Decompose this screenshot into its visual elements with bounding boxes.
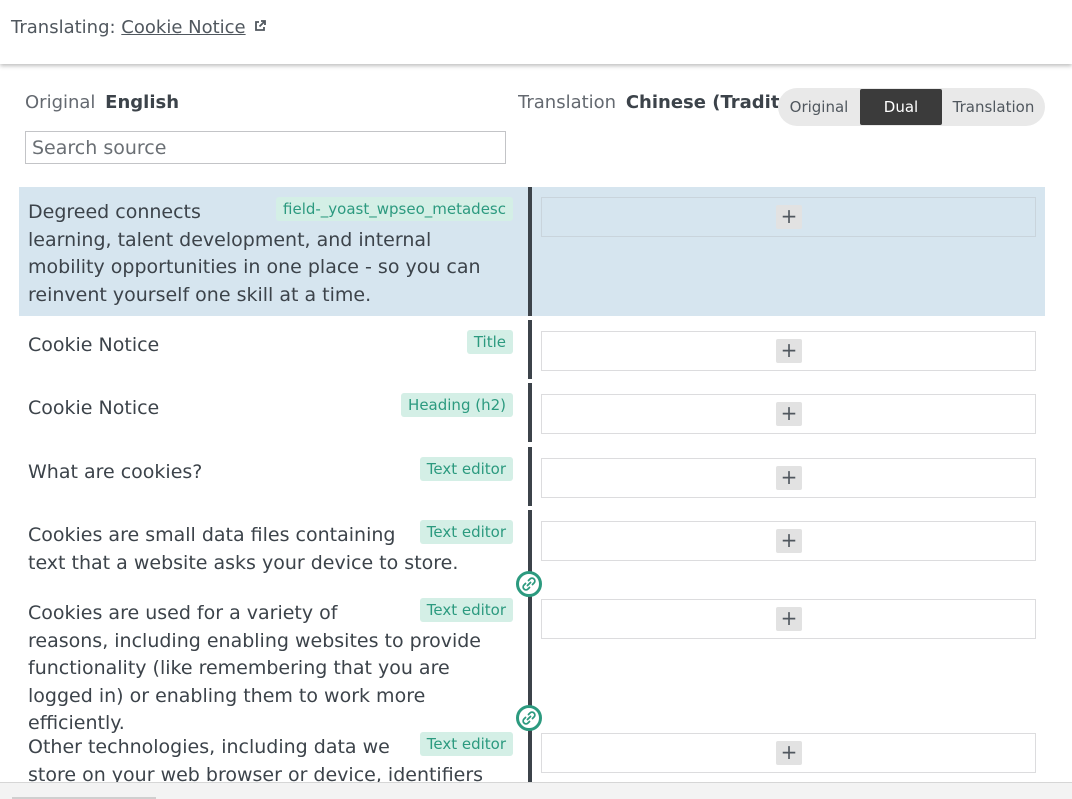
field-badge: Text editor bbox=[419, 457, 513, 481]
page-link[interactable]: Cookie Notice bbox=[121, 17, 245, 38]
view-dual-button[interactable]: Dual bbox=[860, 89, 942, 125]
column-divider bbox=[528, 588, 532, 719]
translation-input[interactable]: + bbox=[541, 458, 1036, 498]
add-translation-button[interactable]: + bbox=[776, 529, 802, 553]
source-text: Other technologies, including data we st… bbox=[28, 736, 484, 782]
translation-rows: field-_yoast_wpseo_metadesc Degreed conn… bbox=[19, 187, 1045, 782]
translation-row[interactable]: field-_yoast_wpseo_metadesc Degreed conn… bbox=[19, 187, 1045, 316]
translation-row[interactable]: Text editor Cookies are used for a varie… bbox=[19, 588, 1045, 734]
translation-label: Translation bbox=[518, 92, 617, 113]
field-badge: Title bbox=[466, 330, 513, 354]
add-translation-button[interactable]: + bbox=[776, 607, 802, 631]
add-translation-button[interactable]: + bbox=[776, 205, 802, 229]
view-original-button[interactable]: Original bbox=[778, 89, 860, 125]
source-text-cell: field-_yoast_wpseo_metadesc Degreed conn… bbox=[28, 197, 513, 309]
source-text-cell: Text editor Cookies are used for a varie… bbox=[28, 598, 513, 738]
source-text-cell: Text editor Other technologies, includin… bbox=[28, 732, 513, 782]
source-text: What are cookies? bbox=[28, 461, 203, 483]
column-divider bbox=[528, 447, 532, 506]
source-text: Cookie Notice bbox=[28, 334, 160, 356]
column-divider bbox=[528, 187, 532, 316]
translating-prefix: Translating: bbox=[11, 17, 116, 38]
translation-input[interactable]: + bbox=[541, 331, 1036, 371]
top-bar: Translating: Cookie Notice bbox=[0, 0, 1072, 64]
field-badge: field-_yoast_wpseo_metadesc bbox=[276, 197, 513, 221]
column-divider bbox=[528, 320, 532, 379]
field-badge: Text editor bbox=[419, 732, 513, 756]
field-badge: Text editor bbox=[419, 598, 513, 622]
add-translation-button[interactable]: + bbox=[776, 741, 802, 765]
source-text: Cookie Notice bbox=[28, 397, 160, 419]
external-link-icon[interactable] bbox=[254, 20, 267, 32]
source-text-cell: Text editor What are cookies? bbox=[28, 457, 513, 487]
translation-row[interactable]: Title Cookie Notice + bbox=[19, 320, 1045, 379]
original-language: Original English bbox=[25, 92, 179, 113]
column-divider bbox=[528, 722, 532, 782]
view-mode-toggle: Original Dual Translation bbox=[778, 88, 1045, 126]
source-text-cell: Heading (h2) Cookie Notice bbox=[28, 393, 513, 423]
source-text-cell: Text editor Cookies are small data files… bbox=[28, 520, 513, 577]
translation-input[interactable]: + bbox=[541, 599, 1036, 639]
translation-input[interactable]: + bbox=[541, 521, 1036, 561]
search-source-input[interactable] bbox=[25, 131, 506, 164]
source-text: Cookies are small data files containing … bbox=[28, 524, 459, 574]
column-divider bbox=[528, 383, 532, 442]
add-translation-button[interactable]: + bbox=[776, 402, 802, 426]
source-text: Cookies are used for a variety of reason… bbox=[28, 602, 481, 735]
add-translation-button[interactable]: + bbox=[776, 466, 802, 490]
translation-input[interactable]: + bbox=[541, 394, 1036, 434]
translation-row[interactable]: Text editor What are cookies? + bbox=[19, 447, 1045, 506]
original-language-name: English bbox=[105, 92, 180, 113]
bottom-bar bbox=[0, 782, 1072, 799]
add-translation-button[interactable]: + bbox=[776, 339, 802, 363]
translation-row[interactable]: Text editor Other technologies, includin… bbox=[19, 722, 1045, 782]
translating-header: Translating: Cookie Notice bbox=[11, 17, 267, 38]
source-text-cell: Title Cookie Notice bbox=[28, 330, 513, 360]
original-label: Original bbox=[25, 92, 96, 113]
field-badge: Heading (h2) bbox=[401, 393, 513, 417]
link-icon[interactable] bbox=[516, 571, 542, 597]
translation-input[interactable]: + bbox=[541, 733, 1036, 773]
translation-row[interactable]: Heading (h2) Cookie Notice + bbox=[19, 383, 1045, 442]
translation-input[interactable]: + bbox=[541, 197, 1036, 237]
field-badge: Text editor bbox=[419, 520, 513, 544]
translation-language-name: Chinese (Traditional) bbox=[625, 92, 780, 113]
link-icon[interactable] bbox=[516, 705, 542, 731]
translation-language: Translation Chinese (Traditional) bbox=[518, 92, 780, 113]
view-translation-button[interactable]: Translation bbox=[942, 89, 1045, 125]
